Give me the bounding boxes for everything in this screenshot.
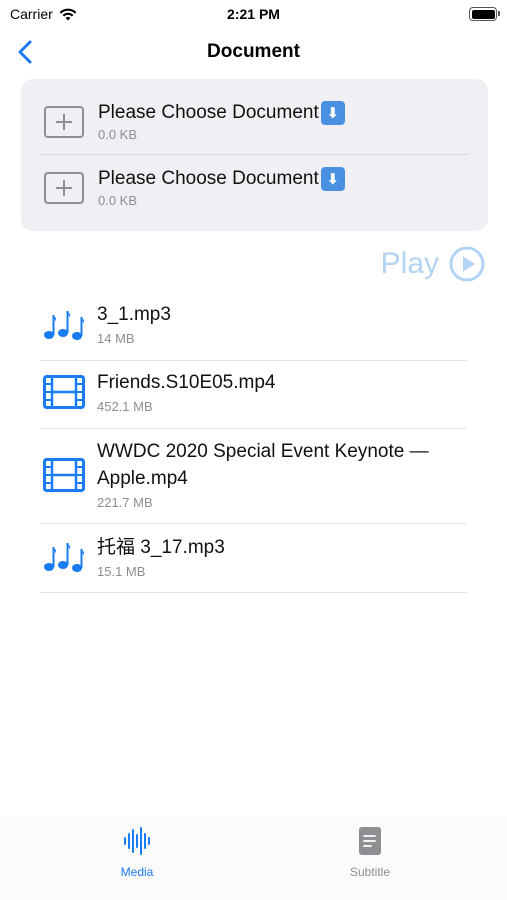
plus-square-icon <box>44 106 84 138</box>
document-chooser-card: Please Choose Document ⬇ 0.0 KB Please C… <box>21 79 488 231</box>
tab-label: Subtitle <box>349 865 391 879</box>
tab-label: Media <box>120 865 154 879</box>
media-size: 15.1 MB <box>97 564 146 579</box>
document-icon <box>359 827 381 855</box>
media-name: WWDC 2020 Special Event Keynote — Apple.… <box>97 441 429 489</box>
battery-icon <box>469 7 500 21</box>
media-name: 3_1.mp3 <box>97 304 171 325</box>
navigation-bar: Document <box>0 30 507 74</box>
document-size: 0.0 KB <box>98 193 138 208</box>
tab-subtitle[interactable]: Subtitle <box>310 826 430 879</box>
down-arrow-icon: ⬇ <box>320 101 345 125</box>
media-size: 221.7 MB <box>97 495 153 510</box>
music-note-icon <box>44 311 85 340</box>
media-name: Friends.S10E05.mp4 <box>97 372 276 393</box>
page-title: Document <box>207 41 300 62</box>
media-size: 14 MB <box>97 331 135 346</box>
play-label: Play <box>380 247 439 280</box>
film-icon <box>43 458 85 492</box>
play-circle-icon <box>449 246 485 282</box>
document-size: 0.0 KB <box>98 127 138 142</box>
media-item[interactable]: 托福 3_17.mp3 15.1 MB <box>0 524 507 593</box>
plus-square-icon <box>44 172 84 204</box>
media-name: 托福 3_17.mp3 <box>97 537 225 558</box>
film-icon <box>43 375 85 409</box>
media-item[interactable]: 3_1.mp3 14 MB <box>0 293 507 361</box>
divider <box>40 592 467 593</box>
tab-media[interactable]: Media <box>77 826 197 879</box>
media-item[interactable]: Friends.S10E05.mp4 452.1 MB <box>0 361 507 429</box>
status-time: 2:21 PM <box>227 6 280 22</box>
choose-document-button-2[interactable]: Please Choose Document ⬇ 0.0 KB <box>21 155 488 221</box>
choose-document-label: Please Choose Document ⬇ <box>98 167 345 191</box>
status-bar: Carrier 2:21 PM <box>0 0 507 30</box>
music-note-icon <box>44 543 85 572</box>
media-size: 452.1 MB <box>97 399 153 414</box>
media-item[interactable]: WWDC 2020 Special Event Keynote — Apple.… <box>0 429 507 524</box>
down-arrow-icon: ⬇ <box>320 167 345 191</box>
play-button[interactable]: Play <box>381 246 485 282</box>
choose-document-button-1[interactable]: Please Choose Document ⬇ 0.0 KB <box>21 89 488 155</box>
choose-document-label: Please Choose Document ⬇ <box>98 101 345 125</box>
waveform-icon <box>124 827 150 855</box>
media-list: 3_1.mp3 14 MB Friends.S10E05.mp4 452.1 M… <box>0 293 507 593</box>
tab-bar: Media Subtitle <box>0 816 507 900</box>
